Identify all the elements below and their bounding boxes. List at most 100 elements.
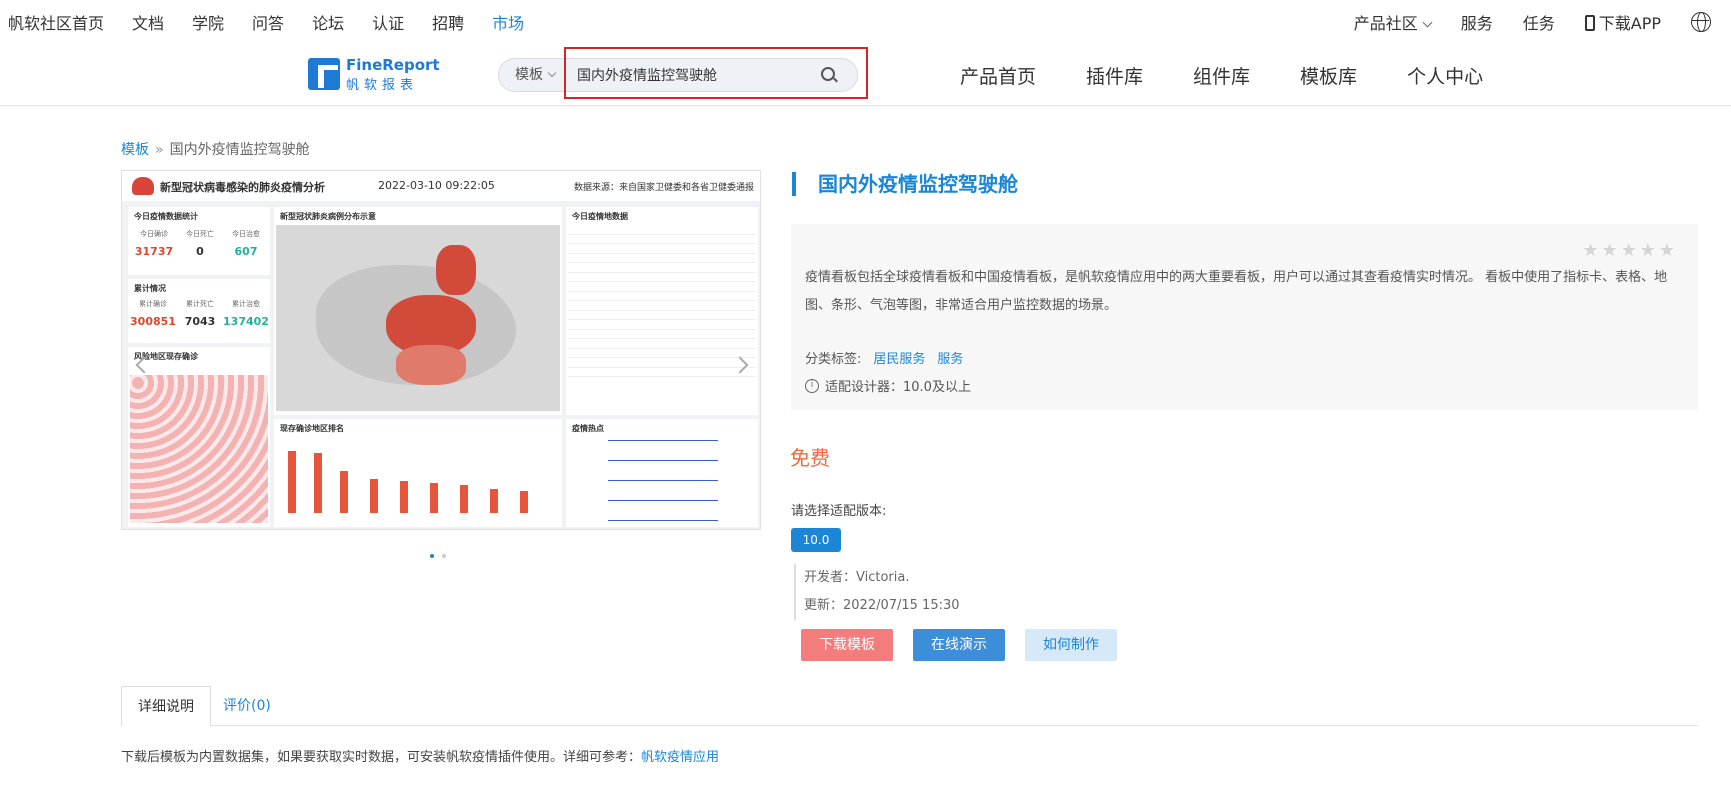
preview-table-heading: 今日疫情地数据 (572, 212, 628, 221)
kpi-today-cured: 今日治愈 607 (232, 230, 260, 258)
top-nav-academy[interactable]: 学院 (192, 10, 224, 34)
top-nav-right: 产品社区 服务 任务 下载APP (1354, 0, 1711, 44)
main-nav-personal-center[interactable]: 个人中心 (1407, 62, 1483, 89)
breadcrumb-root[interactable]: 模板 (121, 142, 149, 158)
preview-bubble-chart (130, 375, 268, 523)
product-community-menu[interactable]: 产品社区 (1353, 10, 1433, 34)
breadcrumb: 模板 » 国内外疫情监控驾驶舱 (121, 139, 310, 159)
detail-tabs: 详细说明 评价(0) (121, 686, 1698, 727)
ranking-bar (314, 453, 322, 513)
main-nav-templates[interactable]: 模板库 (1300, 62, 1357, 89)
template-preview-image[interactable]: 新型冠状病毒感染的肺炎疫情分析 2022-03-10 09:22:05 数据来源… (121, 170, 761, 530)
product-community-label: 产品社区 (1353, 14, 1418, 33)
version-label: 请选择适配版本: (791, 504, 887, 519)
preview-ranking-panel: 现存确诊地区排名 (274, 419, 562, 527)
main-nav-plugins[interactable]: 插件库 (1086, 62, 1143, 89)
ranking-bar (490, 489, 498, 513)
breadcrumb-separator: » (155, 142, 164, 158)
developer-text: 开发者：Victoria. (804, 570, 910, 585)
top-nav-docs[interactable]: 文档 (132, 10, 164, 34)
finereport-logo[interactable]: FineReport 帆软报表 (308, 56, 440, 93)
top-nav-certification[interactable]: 认证 (372, 10, 404, 34)
top-nav: 帆软社区首页 文档 学院 问答 论坛 认证 招聘 市场 产品社区 服务 任务 下… (0, 0, 1731, 44)
tag-resident-service[interactable]: 居民服务 (873, 352, 925, 367)
top-nav-market[interactable]: 市场 (492, 10, 524, 34)
preview-today-heading: 今日疫情数据统计 (134, 212, 198, 221)
service-link[interactable]: 服务 (1461, 10, 1493, 34)
product-description: 疫情看板包括全球疫情看板和中国疫情看板，是帆软疫情应用中的两大重要看板，用户可以… (805, 270, 1668, 313)
ranking-bar (370, 479, 378, 513)
kpi-total-cured: 累计治愈 137402 (223, 300, 269, 328)
breadcrumb-current: 国内外疫情监控驾驶舱 (169, 142, 310, 158)
product-title: 国内外疫情监控驾驶舱 (792, 172, 1018, 196)
version-option-button[interactable]: 10.0 (791, 528, 841, 552)
ranking-bar (460, 485, 468, 513)
tab-reviews[interactable]: 评价(0) (207, 686, 287, 726)
kpi-today-confirmed: 今日确诊 31737 (134, 230, 174, 258)
logo-text: FineReport (346, 56, 440, 74)
preview-today-panel: 今日疫情数据统计 今日确诊 31737 今日死亡 0 今日治愈 607 (128, 207, 270, 275)
detail-note-text: 下载后模板为内置数据集，如果要获取实时数据，可安装帆软疫情插件使用。详细可参考： (121, 750, 642, 765)
carousel-dot[interactable] (430, 554, 434, 558)
preview-cumulative-heading: 累计情况 (134, 284, 166, 293)
search-highlight-box (564, 47, 868, 99)
chevron-down-icon (547, 68, 557, 78)
preview-china-map (276, 225, 560, 411)
top-nav-home[interactable]: 帆软社区首页 (8, 10, 104, 34)
top-nav-links: 帆软社区首页 文档 学院 问答 论坛 认证 招聘 市场 (8, 0, 524, 44)
chevron-down-icon (1422, 17, 1433, 28)
download-app-label: 下载APP (1598, 14, 1661, 33)
main-nav-product-home[interactable]: 产品首页 (960, 62, 1036, 89)
tag-service[interactable]: 服务 (937, 352, 963, 367)
preview-header: 新型冠状病毒感染的肺炎疫情分析 2022-03-10 09:22:05 数据来源… (122, 171, 760, 201)
preview-map-heading: 新型冠状肺炎病例分布示意 (280, 212, 376, 221)
top-nav-jobs[interactable]: 招聘 (432, 10, 464, 34)
designer-compat: i 适配设计器：10.0及以上 (805, 376, 971, 395)
kpi-today-deaths: 今日死亡 0 (186, 230, 214, 258)
main-nav: 产品首页 插件库 组件库 模板库 个人中心 (960, 44, 1483, 106)
preview-source: 数据来源：来自国家卫健委和各省卫健委通报 (574, 183, 755, 193)
preview-data-table (568, 225, 756, 411)
phone-icon (1584, 15, 1595, 31)
logo-subtext: 帆软报表 (346, 78, 419, 93)
action-buttons: 下载模板 在线演示 如何制作 (801, 629, 1117, 661)
finereport-logo-icon (308, 58, 340, 90)
main-nav-components[interactable]: 组件库 (1193, 62, 1250, 89)
product-meta: 开发者：Victoria. 更新：2022/07/15 15:30 (794, 564, 960, 620)
tasks-link[interactable]: 任务 (1523, 10, 1555, 34)
carousel-dots (430, 543, 454, 562)
tab-detail[interactable]: 详细说明 (121, 686, 211, 727)
preview-date: 2022-03-10 09:22:05 (378, 179, 495, 192)
fanruan-epidemic-app-link[interactable]: 帆软疫情应用 (641, 750, 719, 765)
site-header: FineReport 帆软报表 模板 产品首页 插件库 组件库 模板库 个人中心 (0, 44, 1731, 106)
online-demo-button[interactable]: 在线演示 (913, 629, 1005, 661)
ranking-bar (520, 491, 528, 513)
globe-icon[interactable] (1691, 12, 1711, 32)
map-hot-region (396, 345, 466, 385)
download-template-button[interactable]: 下载模板 (801, 629, 893, 661)
updated-text: 更新：2022/07/15 15:30 (804, 598, 960, 613)
tags-label: 分类标签: (805, 352, 862, 367)
search-type-select[interactable]: 模板 (515, 59, 557, 91)
product-info-box: ★★★★★ 疫情看板包括全球疫情看板和中国疫情看板，是帆软疫情应用中的两大重要看… (791, 224, 1698, 410)
top-nav-forum[interactable]: 论坛 (312, 10, 344, 34)
ranking-bar (400, 481, 408, 513)
top-nav-qa[interactable]: 问答 (252, 10, 284, 34)
info-icon: i (805, 378, 819, 393)
designer-compat-text: 适配设计器：10.0及以上 (825, 380, 971, 395)
product-tags: 分类标签: 居民服务 服务 (805, 348, 963, 367)
download-app-link[interactable]: 下载APP (1584, 10, 1661, 34)
preview-title: 新型冠状病毒感染的肺炎疫情分析 (160, 181, 325, 194)
price-label: 免费 (790, 446, 830, 470)
ranking-bar (340, 471, 348, 513)
ranking-bar (430, 483, 438, 513)
kpi-total-confirmed: 累计确诊 300851 (130, 300, 176, 328)
rating-stars[interactable]: ★★★★★ (1582, 240, 1678, 261)
ranking-bar (288, 451, 296, 513)
preview-cumulative-panel: 累计情况 累计确诊 300851 累计死亡 7043 累计治愈 137402 (128, 279, 270, 343)
lung-icon (132, 177, 154, 195)
how-to-make-button[interactable]: 如何制作 (1025, 629, 1117, 661)
carousel-dot[interactable] (442, 554, 446, 558)
map-hot-region (436, 245, 476, 295)
preview-news-list (568, 421, 756, 525)
